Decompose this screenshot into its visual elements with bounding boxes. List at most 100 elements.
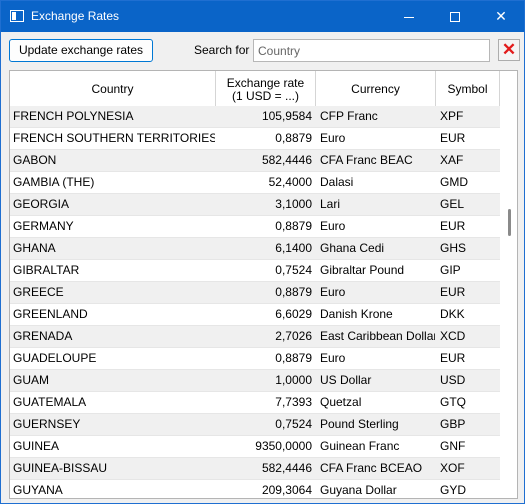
table-row[interactable]: GERMANY 0,8879 Euro EUR	[10, 216, 500, 238]
table-row[interactable]: GUAM 1,0000 US Dollar USD	[10, 370, 500, 392]
cell-exchange-rate: 105,9584	[261, 109, 312, 123]
cell-symbol: GEL	[440, 197, 465, 211]
cell-country: GIBRALTAR	[13, 263, 80, 277]
cell-exchange-rate: 0,7524	[275, 417, 312, 431]
column-header-exchange-rate[interactable]: Exchange rate (1 USD = ...)	[216, 71, 316, 108]
title-bar[interactable]: Exchange Rates ✕	[1, 1, 524, 32]
column-header-rate-sublabel: (1 USD = ...)	[231, 88, 299, 103]
cell-symbol: XAF	[440, 153, 464, 167]
cell-exchange-rate: 6,6029	[275, 307, 312, 321]
cell-country: GRENADA	[13, 329, 73, 343]
cell-currency: Danish Krone	[320, 307, 393, 321]
search-input[interactable]	[253, 39, 490, 62]
cell-country: GHANA	[13, 241, 56, 255]
table-row[interactable]: GHANA 6,1400 Ghana Cedi GHS	[10, 238, 500, 260]
table-row[interactable]: GAMBIA (THE) 52,4000 Dalasi GMD	[10, 172, 500, 194]
table-row[interactable]: GUADELOUPE 0,8879 Euro EUR	[10, 348, 500, 370]
cell-symbol: GIP	[440, 263, 461, 277]
cell-exchange-rate: 7,7393	[275, 395, 312, 409]
table-row[interactable]: GUINEA 9350,0000 Guinean Franc GNF	[10, 436, 500, 458]
minimize-button[interactable]	[386, 1, 432, 32]
cell-currency: Euro	[320, 351, 346, 365]
maximize-button[interactable]	[432, 1, 478, 32]
cell-currency: CFA Franc BCEAO	[320, 461, 423, 475]
cell-exchange-rate: 0,8879	[275, 219, 312, 233]
close-button[interactable]: ✕	[478, 1, 524, 32]
cell-currency: CFA Franc BEAC	[320, 153, 413, 167]
cell-currency: Dalasi	[320, 175, 354, 189]
update-exchange-rates-button[interactable]: Update exchange rates	[9, 39, 153, 62]
table-row[interactable]: FRENCH SOUTHERN TERRITORIES (THE) 0,8879 E…	[10, 128, 500, 150]
cell-exchange-rate: 2,7026	[275, 329, 312, 343]
cell-country: GUINEA-BISSAU	[13, 461, 108, 475]
cell-country: GAMBIA (THE)	[13, 175, 95, 189]
vertical-scrollbar[interactable]	[501, 71, 517, 498]
cell-exchange-rate: 0,7524	[275, 263, 312, 277]
cell-country: GUERNSEY	[13, 417, 81, 431]
cell-country: GUATEMALA	[13, 395, 87, 409]
cell-country: GERMANY	[13, 219, 74, 233]
table-row[interactable]: GREENLAND 6,6029 Danish Krone DKK	[10, 304, 500, 326]
cell-symbol: EUR	[440, 351, 466, 365]
column-header-symbol[interactable]: Symbol	[436, 71, 500, 108]
cell-currency: Euro	[320, 219, 346, 233]
cell-country: GREECE	[13, 285, 64, 299]
cell-symbol: GNF	[440, 439, 466, 453]
cell-symbol: XPF	[440, 109, 464, 123]
cell-currency: Lari	[320, 197, 341, 211]
cell-currency: Quetzal	[320, 395, 362, 409]
table-body: FRENCH POLYNESIA 105,9584 CFP Franc XPF FREN…	[10, 106, 500, 498]
column-header-country-label: Country	[91, 82, 134, 96]
table-row[interactable]: GABON 582,4446 CFA Franc BEAC XAF	[10, 150, 500, 172]
cell-exchange-rate: 582,4446	[261, 153, 312, 167]
cell-country: GABON	[13, 153, 57, 167]
cell-exchange-rate: 6,1400	[275, 241, 312, 255]
column-header-currency[interactable]: Currency	[316, 71, 436, 108]
cell-exchange-rate: 1,0000	[275, 373, 312, 387]
table-row[interactable]: GUYANA 209,3064 Guyana Dollar GYD	[10, 480, 500, 498]
cell-currency: Gibraltar Pound	[320, 263, 405, 277]
cell-symbol: USD	[440, 373, 466, 387]
cell-symbol: GYD	[440, 483, 467, 497]
table-row[interactable]: GREECE 0,8879 Euro EUR	[10, 282, 500, 304]
scrollbar-thumb[interactable]	[508, 209, 511, 236]
cell-country: GREENLAND	[13, 307, 88, 321]
table-row[interactable]: GUATEMALA 7,7393 Quetzal GTQ	[10, 392, 500, 414]
exchange-rates-table: Country Exchange rate (1 USD = ...) Curr…	[9, 70, 518, 499]
clear-search-button[interactable]: ✕	[498, 39, 520, 61]
cell-currency: Guinean Franc	[320, 439, 400, 453]
cell-country: FRENCH SOUTHERN TERRITORIES (THE)	[13, 131, 215, 145]
search-label: Search for	[194, 43, 250, 57]
cell-country: GUADELOUPE	[13, 351, 97, 365]
column-header-country[interactable]: Country	[10, 71, 216, 108]
table-header: Country Exchange rate (1 USD = ...) Curr…	[10, 71, 500, 108]
cell-country: GUAM	[13, 373, 49, 387]
maximize-icon	[450, 12, 460, 23]
cell-symbol: GTQ	[440, 395, 466, 409]
cell-currency: US Dollar	[320, 373, 372, 387]
cell-exchange-rate: 9350,0000	[255, 439, 312, 453]
table-row[interactable]: GUERNSEY 0,7524 Pound Sterling GBP	[10, 414, 500, 436]
cell-exchange-rate: 0,8879	[275, 351, 312, 365]
cell-symbol: XOF	[440, 461, 465, 475]
cell-country: GUINEA	[13, 439, 60, 453]
cell-country: FRENCH POLYNESIA	[13, 109, 134, 123]
cell-symbol: DKK	[440, 307, 465, 321]
window-title: Exchange Rates	[31, 9, 120, 23]
table-row[interactable]: GEORGIA 3,1000 Lari GEL	[10, 194, 500, 216]
cell-symbol: EUR	[440, 131, 466, 145]
cell-symbol: XCD	[440, 329, 466, 343]
cell-currency: Pound Sterling	[320, 417, 399, 431]
column-header-symbol-label: Symbol	[447, 82, 488, 96]
cell-exchange-rate: 0,8879	[275, 131, 312, 145]
table-row[interactable]: GUINEA-BISSAU 582,4446 CFA Franc BCEAO XOF	[10, 458, 500, 480]
cell-currency: Euro	[320, 131, 346, 145]
table-row[interactable]: GRENADA 2,7026 East Caribbean Dollar XCD	[10, 326, 500, 348]
table-row[interactable]: FRENCH POLYNESIA 105,9584 CFP Franc XPF	[10, 106, 500, 128]
cell-symbol: EUR	[440, 219, 466, 233]
cell-exchange-rate: 3,1000	[275, 197, 312, 211]
cell-exchange-rate: 52,4000	[268, 175, 312, 189]
cell-currency: Guyana Dollar	[320, 483, 397, 497]
table-row[interactable]: GIBRALTAR 0,7524 Gibraltar Pound GIP	[10, 260, 500, 282]
cell-exchange-rate: 0,8879	[275, 285, 312, 299]
